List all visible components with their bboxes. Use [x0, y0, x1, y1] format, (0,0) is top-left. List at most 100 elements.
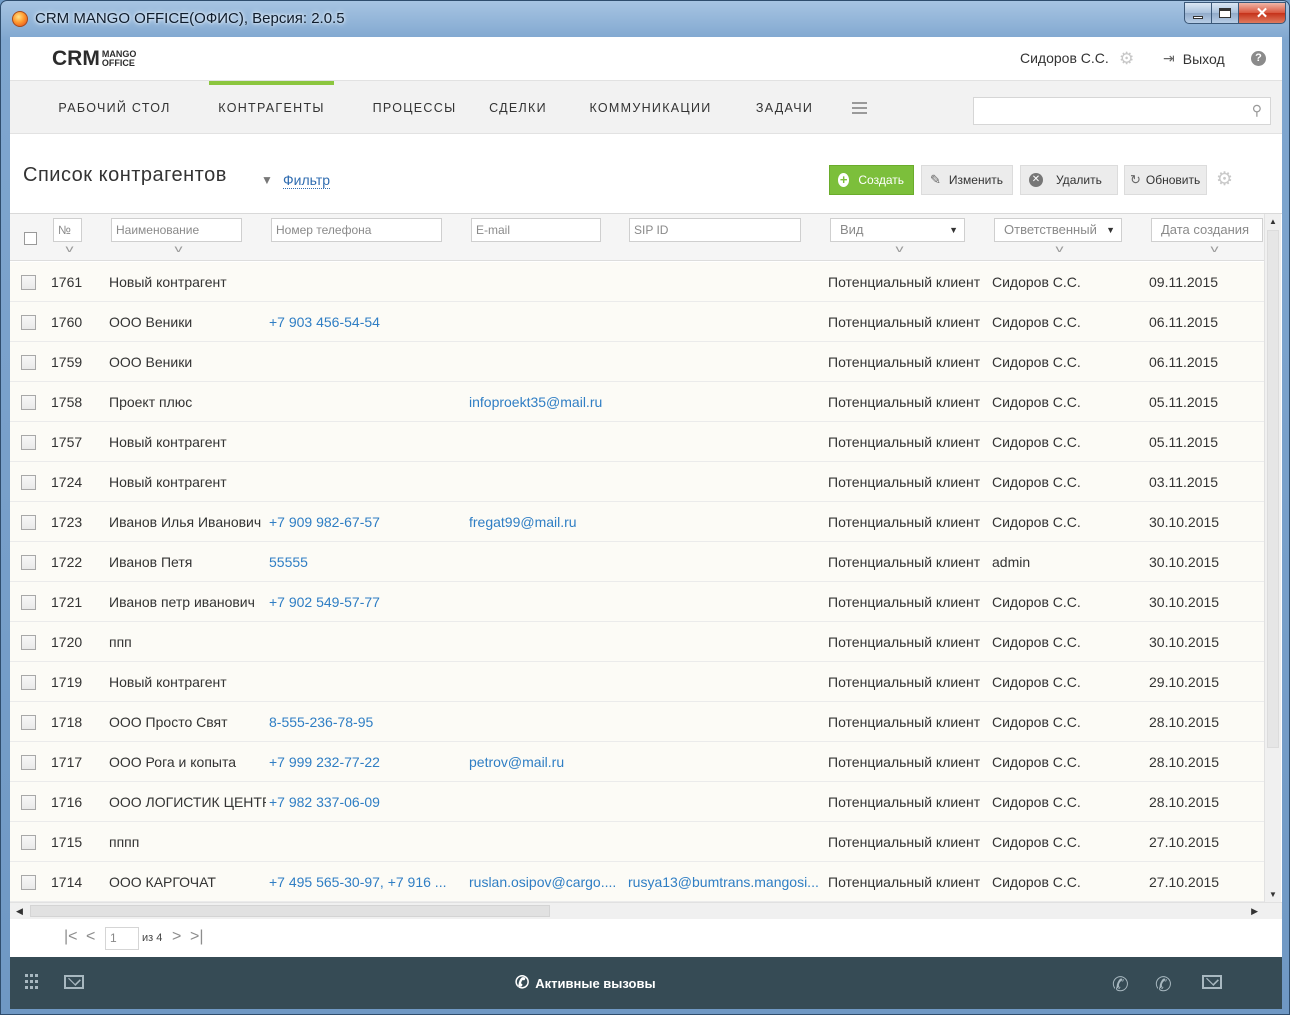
table-row[interactable]: 1760 ООО Веники +7 903 456-54-54 Потенциаль… — [10, 302, 1264, 342]
row-checkbox[interactable] — [21, 635, 36, 650]
active-calls-button[interactable]: ✆ Активные вызовы — [515, 973, 656, 993]
cell-email[interactable]: petrov@mail.ru — [469, 742, 619, 782]
row-checkbox[interactable] — [21, 355, 36, 370]
cell-sip[interactable] — [628, 782, 824, 822]
cell-email[interactable] — [469, 262, 619, 302]
delete-button[interactable]: ✕ Удалить — [1020, 165, 1118, 195]
close-button[interactable]: ✕ — [1239, 2, 1286, 24]
cell-phone[interactable]: 8-555-236-78-95 — [269, 702, 461, 742]
row-checkbox[interactable] — [21, 435, 36, 450]
cell-email[interactable] — [469, 302, 619, 342]
filter-phone[interactable]: Номер телефона — [271, 218, 442, 242]
search-icon[interactable]: ⚲ — [1252, 102, 1262, 119]
cell-email[interactable] — [469, 422, 619, 462]
cell-phone[interactable] — [269, 342, 461, 382]
cell-sip[interactable] — [628, 342, 824, 382]
filter-email[interactable]: E-mail — [471, 218, 601, 242]
nav-item-deals[interactable]: СДЕЛКИ — [481, 81, 555, 135]
cell-phone[interactable] — [269, 262, 461, 302]
cell-sip[interactable] — [628, 302, 824, 342]
last-page-icon[interactable]: >| — [190, 928, 204, 946]
row-checkbox[interactable] — [21, 555, 36, 570]
prev-page-icon[interactable]: < — [86, 928, 95, 946]
vertical-scrollbar[interactable]: ▲ ▼ — [1264, 214, 1281, 902]
cell-phone[interactable] — [269, 382, 461, 422]
cell-sip[interactable] — [628, 662, 824, 702]
search-input[interactable]: ⚲ — [973, 97, 1271, 125]
table-row[interactable]: 1761 Новый контрагент Потенциальный клиент… — [10, 262, 1264, 302]
refresh-button[interactable]: ↻ Обновить — [1124, 165, 1207, 195]
dialpad-icon[interactable] — [25, 974, 40, 990]
nav-item-contractors[interactable]: КОНТРАГЕНТЫ — [209, 81, 334, 135]
filter-owner[interactable]: Ответственный ▼ — [994, 218, 1122, 242]
table-row[interactable]: 1717 ООО Рога и копыта +7 999 232-77-22 pet… — [10, 742, 1264, 782]
cell-sip[interactable] — [628, 382, 824, 422]
sort-chevron-icon[interactable]: v — [175, 244, 183, 255]
cell-phone[interactable]: +7 909 982-67-57 — [269, 502, 461, 542]
table-row[interactable]: 1757 Новый контрагент Потенциальный клиент… — [10, 422, 1264, 462]
row-checkbox[interactable] — [21, 395, 36, 410]
row-checkbox[interactable] — [21, 715, 36, 730]
title-bar[interactable]: CRM MANGO OFFICE(ОФИС), Версия: 2.0.5 ✕ — [1, 1, 1290, 37]
first-page-icon[interactable]: |< — [64, 928, 78, 946]
row-checkbox[interactable] — [21, 675, 36, 690]
cell-sip[interactable] — [628, 822, 824, 862]
cell-phone[interactable] — [269, 422, 461, 462]
filter-sip[interactable]: SIP ID — [629, 218, 801, 242]
logout-button[interactable]: ⇥ Выход — [1163, 50, 1225, 67]
nav-item-processes[interactable]: ПРОЦЕССЫ — [363, 81, 466, 135]
cell-phone[interactable]: +7 999 232-77-22 — [269, 742, 461, 782]
cell-sip[interactable] — [628, 742, 824, 782]
minimize-button[interactable] — [1184, 2, 1212, 24]
filter-name[interactable]: Наименование — [111, 218, 242, 242]
sort-chevron-icon[interactable]: v — [896, 244, 904, 255]
edit-button[interactable]: ✎ Изменить — [921, 165, 1013, 195]
cell-email[interactable] — [469, 582, 619, 622]
row-checkbox[interactable] — [21, 515, 36, 530]
row-checkbox[interactable] — [21, 315, 36, 330]
table-row[interactable]: 1720 ппп Потенциальный клиент Сидоров С.С. 3… — [10, 622, 1264, 662]
page-number-input[interactable]: 1 — [105, 927, 139, 950]
user-settings-gear-icon[interactable]: ⚙ — [1119, 49, 1134, 69]
filter-kind[interactable]: Вид ▼ — [830, 218, 965, 242]
vertical-scroll-thumb[interactable] — [1267, 230, 1279, 748]
cell-phone[interactable]: +7 982 337-06-09 — [269, 782, 461, 822]
cell-phone[interactable] — [269, 662, 461, 702]
cell-email[interactable]: infoproekt35@mail.ru — [469, 382, 619, 422]
cell-email[interactable]: fregat99@mail.ru — [469, 502, 619, 542]
table-row[interactable]: 1724 Новый контрагент Потенциальный клиент… — [10, 462, 1264, 502]
user-name[interactable]: Сидоров С.С. — [1020, 50, 1109, 66]
cell-sip[interactable] — [628, 502, 824, 542]
scroll-right-arrow-icon[interactable]: ▶ — [1251, 906, 1258, 917]
cell-phone[interactable]: +7 902 549-57-77 — [269, 582, 461, 622]
grid-settings-gear-icon[interactable]: ⚙ — [1216, 168, 1233, 191]
filter-num[interactable]: № — [53, 218, 82, 242]
cell-email[interactable] — [469, 662, 619, 702]
row-checkbox[interactable] — [21, 595, 36, 610]
table-row[interactable]: 1714 ООО КАРГОЧАТ +7 495 565-30-97, +7 916… — [10, 862, 1264, 902]
create-button[interactable]: + Создать — [829, 165, 914, 195]
row-checkbox[interactable] — [21, 755, 36, 770]
cell-sip[interactable] — [628, 422, 824, 462]
cell-email[interactable]: ruslan.osipov@cargo.... — [469, 862, 619, 902]
scroll-left-arrow-icon[interactable]: ◀ — [16, 906, 23, 917]
cell-phone[interactable] — [269, 822, 461, 862]
select-all-checkbox[interactable] — [24, 232, 37, 245]
crm-logo[interactable]: CRM MANGO OFFICE — [52, 47, 136, 71]
cell-sip[interactable] — [628, 582, 824, 622]
cell-email[interactable] — [469, 542, 619, 582]
table-row[interactable]: 1715 пппп Потенциальный клиент Сидоров С.С.… — [10, 822, 1264, 862]
cell-email[interactable] — [469, 342, 619, 382]
table-row[interactable]: 1719 Новый контрагент Потенциальный клиент… — [10, 662, 1264, 702]
sort-chevron-icon[interactable]: v — [1056, 244, 1064, 255]
row-checkbox[interactable] — [21, 795, 36, 810]
missed-call-icon[interactable]: ✆ — [1155, 972, 1172, 997]
cell-phone[interactable] — [269, 622, 461, 662]
horizontal-scroll-thumb[interactable] — [30, 905, 550, 917]
table-row[interactable]: 1716 ООО ЛОГИСТИК ЦЕНТР +7 982 337-06-09 По… — [10, 782, 1264, 822]
messages-icon[interactable] — [64, 975, 84, 989]
help-icon[interactable]: ? — [1251, 51, 1266, 66]
cell-sip[interactable] — [628, 702, 824, 742]
horizontal-scrollbar[interactable]: ◀ ▶ — [10, 902, 1282, 919]
cell-email[interactable] — [469, 622, 619, 662]
